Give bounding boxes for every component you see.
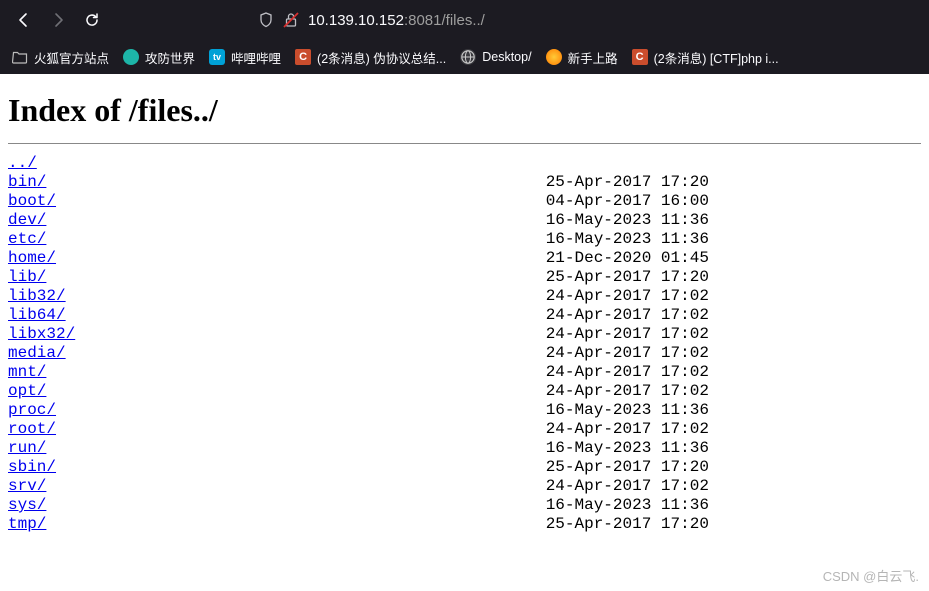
c-icon-icon: C bbox=[632, 49, 648, 65]
url-bar[interactable]: 10.139.10.152:8081/files../ bbox=[250, 4, 921, 36]
page-title: Index of /files../ bbox=[8, 92, 921, 129]
dir-date: 25-Apr-2017 17:20 bbox=[546, 515, 709, 533]
back-button[interactable] bbox=[8, 4, 40, 36]
dir-link[interactable]: root/ bbox=[8, 420, 56, 438]
dir-link[interactable]: etc/ bbox=[8, 230, 46, 248]
bookmark-label: (2条消息) [CTF]php i... bbox=[654, 48, 779, 67]
shield-icon bbox=[258, 12, 274, 28]
forward-button[interactable] bbox=[42, 4, 74, 36]
dir-link[interactable]: boot/ bbox=[8, 192, 56, 210]
dir-link[interactable]: run/ bbox=[8, 439, 46, 457]
globe-icon bbox=[460, 49, 476, 65]
bili-icon: tv bbox=[209, 49, 225, 65]
divider bbox=[8, 143, 921, 144]
parent-dir-link[interactable]: ../ bbox=[8, 154, 37, 172]
dir-date: 24-Apr-2017 17:02 bbox=[546, 363, 709, 381]
dir-date: 25-Apr-2017 17:20 bbox=[546, 173, 709, 191]
url-path: /files../ bbox=[441, 12, 484, 29]
dir-link[interactable]: sys/ bbox=[8, 496, 46, 514]
bookmark-item[interactable]: C (2条消息) 伪协议总结... bbox=[289, 44, 452, 71]
directory-listing: ../ bin/ 25-Apr-2017 17:20 boot/ 04-Apr-… bbox=[8, 154, 921, 534]
dir-link[interactable]: bin/ bbox=[8, 173, 46, 191]
dir-link[interactable]: tmp/ bbox=[8, 515, 46, 533]
bookmark-label: 哔哩哔哩 bbox=[231, 48, 281, 67]
nav-bar: 10.139.10.152:8081/files../ bbox=[0, 0, 929, 40]
bookmark-item[interactable]: 攻防世界 bbox=[117, 44, 201, 71]
dir-link[interactable]: mnt/ bbox=[8, 363, 46, 381]
bookmark-item[interactable]: C (2条消息) [CTF]php i... bbox=[626, 44, 785, 71]
dir-link[interactable]: lib32/ bbox=[8, 287, 66, 305]
bookmark-label: Desktop/ bbox=[482, 50, 531, 64]
watermark: CSDN @白云飞. bbox=[823, 566, 919, 585]
dir-date: 04-Apr-2017 16:00 bbox=[546, 192, 709, 210]
reload-button[interactable] bbox=[76, 4, 108, 36]
dir-link[interactable]: lib64/ bbox=[8, 306, 66, 324]
dir-date: 16-May-2023 11:36 bbox=[546, 439, 709, 457]
dir-date: 16-May-2023 11:36 bbox=[546, 230, 709, 248]
bookmark-item[interactable]: Desktop/ bbox=[454, 45, 537, 69]
dir-date: 24-Apr-2017 17:02 bbox=[546, 306, 709, 324]
dir-link[interactable]: dev/ bbox=[8, 211, 46, 229]
bookmark-item[interactable]: tv 哔哩哔哩 bbox=[203, 44, 287, 71]
dir-link[interactable]: media/ bbox=[8, 344, 66, 362]
ff-icon bbox=[546, 49, 562, 65]
bookmark-label: 火狐官方站点 bbox=[34, 48, 109, 67]
dir-date: 24-Apr-2017 17:02 bbox=[546, 344, 709, 362]
teal-icon bbox=[123, 49, 139, 65]
bookmark-label: 攻防世界 bbox=[145, 48, 195, 67]
dir-date: 16-May-2023 11:36 bbox=[546, 211, 709, 229]
bookmark-label: 新手上路 bbox=[568, 48, 618, 67]
dir-date: 24-Apr-2017 17:02 bbox=[546, 382, 709, 400]
bookmarks-bar: 火狐官方站点 攻防世界 tv 哔哩哔哩 C (2条消息) 伪协议总结... Desktop/… bbox=[0, 40, 929, 74]
bookmark-label: (2条消息) 伪协议总结... bbox=[317, 48, 446, 67]
dir-link[interactable]: opt/ bbox=[8, 382, 46, 400]
dir-date: 16-May-2023 11:36 bbox=[546, 496, 709, 514]
dir-date: 24-Apr-2017 17:02 bbox=[546, 477, 709, 495]
page-content: Index of /files../ ../ bin/ 25-Apr-2017 … bbox=[0, 74, 929, 542]
dir-link[interactable]: libx32/ bbox=[8, 325, 75, 343]
c-icon-icon: C bbox=[295, 49, 311, 65]
url-host: 10.139.10.152 bbox=[308, 12, 404, 29]
dir-link[interactable]: proc/ bbox=[8, 401, 56, 419]
dir-date: 25-Apr-2017 17:20 bbox=[546, 268, 709, 286]
dir-date: 24-Apr-2017 17:02 bbox=[546, 287, 709, 305]
browser-chrome: 10.139.10.152:8081/files../ 火狐官方站点 攻防世界 tv… bbox=[0, 0, 929, 74]
url-text: 10.139.10.152:8081/files../ bbox=[308, 12, 485, 29]
dir-date: 24-Apr-2017 17:02 bbox=[546, 420, 709, 438]
dir-link[interactable]: sbin/ bbox=[8, 458, 56, 476]
dir-link[interactable]: lib/ bbox=[8, 268, 46, 286]
url-port: :8081 bbox=[404, 12, 442, 29]
bookmark-item[interactable]: 火狐官方站点 bbox=[6, 44, 115, 71]
dir-date: 16-May-2023 11:36 bbox=[546, 401, 709, 419]
dir-date: 24-Apr-2017 17:02 bbox=[546, 325, 709, 343]
dir-date: 25-Apr-2017 17:20 bbox=[546, 458, 709, 476]
dir-date: 21-Dec-2020 01:45 bbox=[546, 249, 709, 267]
dir-link[interactable]: home/ bbox=[8, 249, 56, 267]
folder-icon bbox=[12, 49, 28, 65]
insecure-lock-icon bbox=[282, 11, 300, 29]
bookmark-item[interactable]: 新手上路 bbox=[540, 44, 624, 71]
dir-link[interactable]: srv/ bbox=[8, 477, 46, 495]
